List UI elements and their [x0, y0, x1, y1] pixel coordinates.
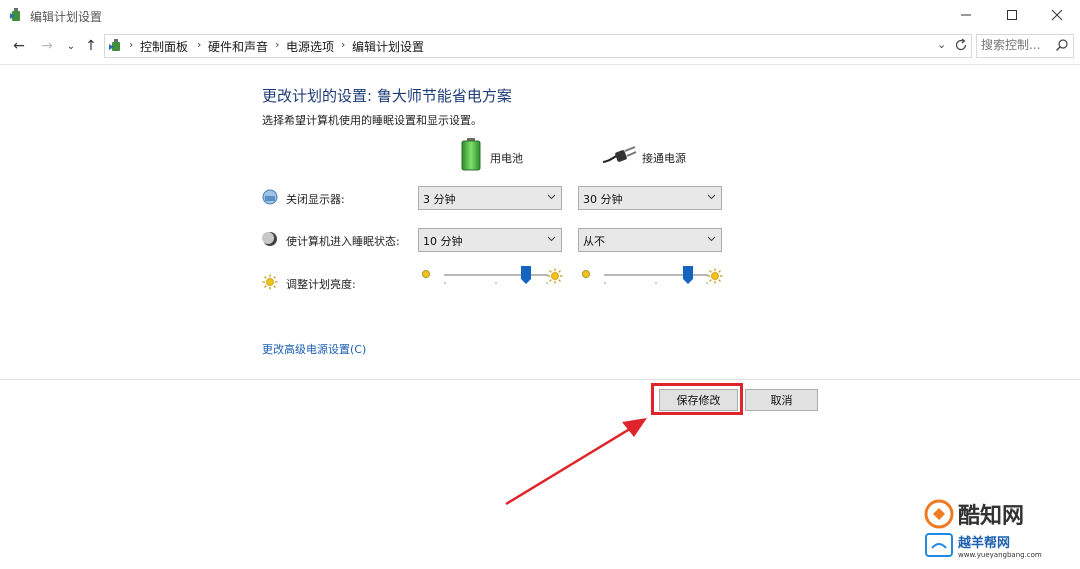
minimize-icon — [961, 14, 971, 16]
maximize-icon — [1007, 10, 1017, 20]
display-off-label: 关闭显示器: — [286, 193, 345, 206]
cancel-button[interactable]: 取消 — [745, 389, 818, 411]
power-plug-icon — [603, 146, 637, 163]
arrow-up-icon: ↑ — [85, 38, 97, 54]
sun-icon — [262, 274, 278, 290]
search-box[interactable] — [976, 34, 1074, 58]
header-divider — [0, 64, 1080, 65]
sleep-battery-select[interactable]: 10 分钟 — [418, 228, 562, 252]
footer-divider — [0, 379, 1080, 380]
save-button-highlight — [651, 383, 743, 415]
close-button[interactable] — [1034, 0, 1080, 30]
sleep-plugged-select[interactable]: 从不 — [578, 228, 722, 252]
refresh-icon[interactable] — [953, 37, 969, 53]
yueyang-watermark-logo: 越羊帮网 www.yueyangbang.com — [925, 533, 1042, 559]
kuzhi-watermark-logo: 酷知网 — [924, 499, 1024, 529]
address-bar[interactable]: › 控制面板 › 硬件和声音 › 电源选项 › 编辑计划设置 ⌄ — [104, 34, 972, 58]
plugged-column-label: 接通电源 — [642, 152, 686, 165]
slider-track — [444, 274, 548, 276]
power-plan-icon — [10, 8, 20, 21]
sleep-label: 使计算机进入睡眠状态: — [286, 235, 400, 248]
chevron-down-icon — [547, 236, 556, 242]
chevron-down-icon — [707, 194, 716, 200]
breadcrumb-edit-plan[interactable]: 编辑计划设置 — [352, 38, 424, 55]
recent-locations-button[interactable]: ⌄ — [62, 37, 80, 55]
battery-icon — [461, 138, 481, 171]
display-off-battery-select[interactable]: 3 分钟 — [418, 186, 562, 210]
back-button[interactable]: ← — [10, 37, 28, 55]
dim-brightness-icon — [422, 270, 430, 278]
control-panel-icon — [109, 39, 120, 51]
breadcrumb-hardware-sound[interactable]: 硬件和声音 — [208, 38, 268, 55]
breadcrumb-separator: › — [129, 38, 134, 51]
watermark-site2: 越羊帮网 — [957, 535, 1010, 551]
brightness-battery-slider[interactable] — [444, 264, 548, 288]
chevron-down-icon — [707, 236, 716, 242]
search-input[interactable] — [981, 37, 1053, 53]
arrow-right-icon: → — [41, 38, 53, 54]
dim-brightness-icon — [582, 270, 590, 278]
maximize-button[interactable] — [989, 0, 1035, 30]
address-dropdown-icon[interactable]: ⌄ — [937, 38, 946, 51]
window-title: 编辑计划设置 — [30, 10, 103, 24]
breadcrumb-control-panel[interactable]: 控制面板 — [140, 38, 188, 55]
watermark-site1: 酷知网 — [958, 503, 1024, 529]
title-bar: 编辑计划设置 — [0, 0, 1080, 30]
minimize-button[interactable] — [943, 0, 989, 30]
display-off-plugged-select[interactable]: 30 分钟 — [578, 186, 722, 210]
slider-ticks — [444, 282, 548, 284]
brightness-label: 调整计划亮度: — [286, 278, 356, 291]
chevron-down-icon — [547, 194, 556, 200]
breadcrumb-separator: › — [197, 38, 202, 51]
brightness-plugged-slider[interactable] — [604, 264, 708, 288]
slider-thumb[interactable] — [682, 266, 693, 284]
moon-icon — [262, 232, 277, 246]
arrow-left-icon: ← — [13, 38, 25, 54]
search-icon — [1056, 39, 1068, 51]
breadcrumb-power-options[interactable]: 电源选项 — [286, 38, 334, 55]
close-icon — [1051, 9, 1063, 21]
bright-brightness-icon — [707, 268, 723, 284]
watermark-url: www.yueyangbang.com — [958, 551, 1042, 559]
page-subtitle: 选择希望计算机使用的睡眠设置和显示设置。 — [262, 114, 482, 127]
display-icon — [262, 189, 278, 205]
bright-brightness-icon — [547, 268, 563, 284]
advanced-settings-link[interactable]: 更改高级电源设置(C) — [262, 341, 366, 357]
annotation-arrow — [505, 418, 647, 506]
slider-thumb[interactable] — [521, 266, 532, 284]
battery-column-label: 用电池 — [490, 152, 523, 165]
page-title: 更改计划的设置: 鲁大师节能省电方案 — [262, 87, 512, 105]
chevron-down-icon: ⌄ — [66, 40, 76, 52]
breadcrumb-separator: › — [275, 38, 280, 51]
up-button[interactable]: ↑ — [82, 37, 100, 55]
forward-button[interactable]: → — [38, 37, 56, 55]
breadcrumb-separator: › — [341, 38, 346, 51]
